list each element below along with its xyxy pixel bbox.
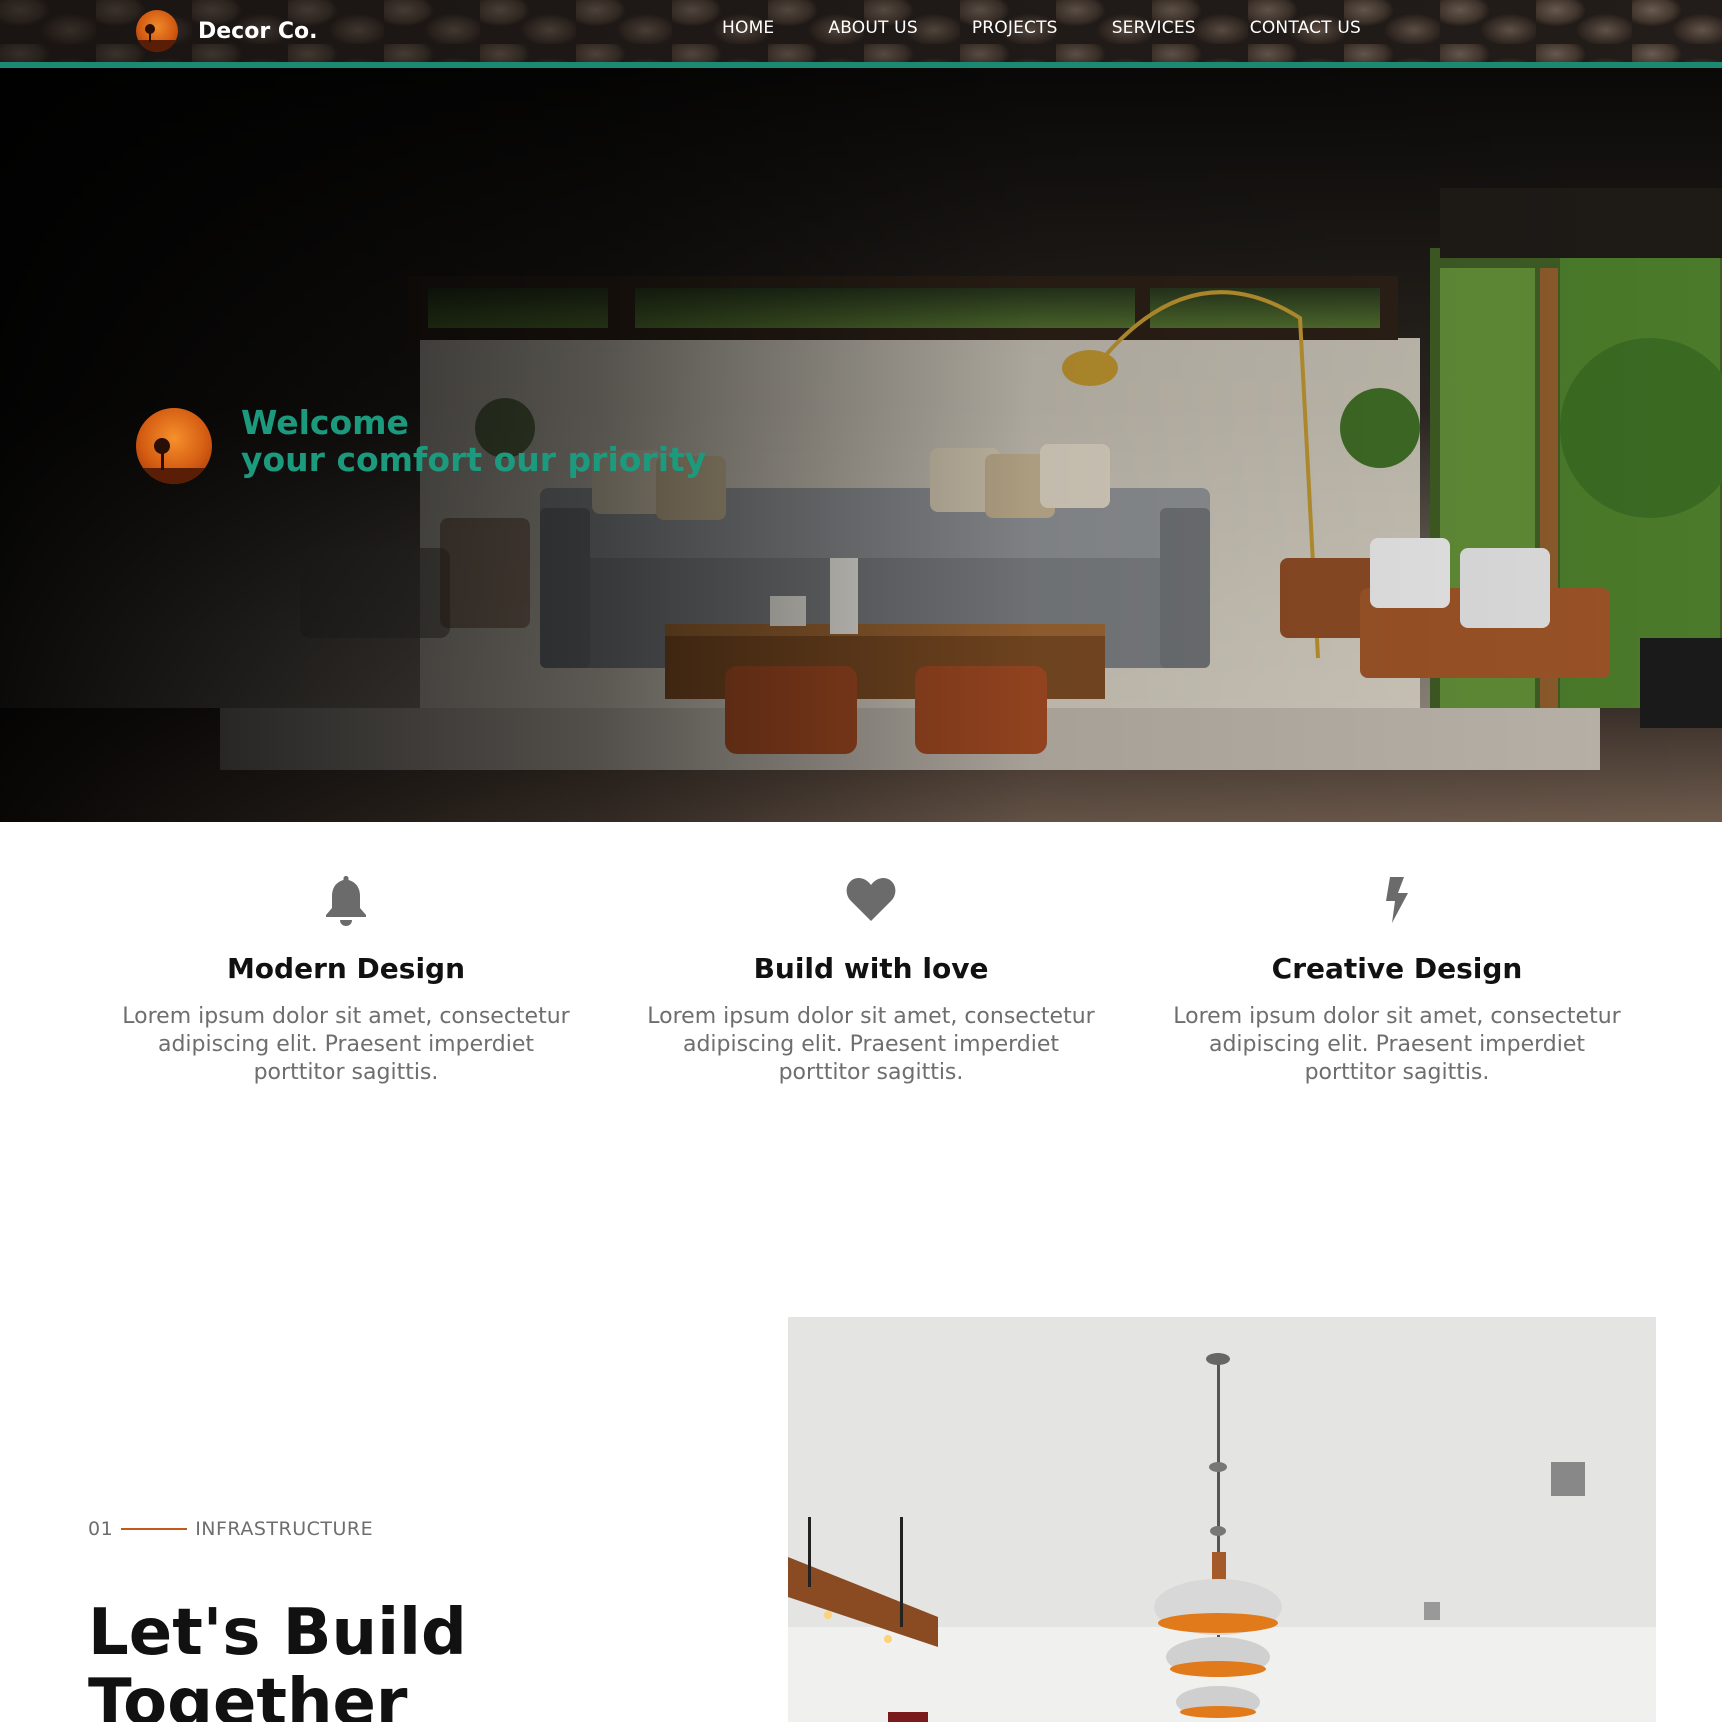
nav-about-us[interactable]: ABOUT US: [828, 18, 917, 38]
hero-section: Welcome your comfort our priority: [0, 68, 1722, 822]
main-nav: HOME ABOUT US PROJECTS SERVICES CONTACT …: [722, 18, 1415, 38]
feature-creative-design: Creative Design Lorem ipsum dolor sit am…: [1157, 874, 1637, 1087]
hero-welcome: Welcome: [241, 403, 409, 442]
feature-description: Lorem ipsum dolor sit amet, consectetur …: [1173, 1004, 1621, 1085]
top-navbar: Decor Co. HOME ABOUT US PROJECTS SERVICE…: [0, 0, 1722, 63]
section-label: INFRASTRUCTURE: [195, 1518, 374, 1540]
nav-home[interactable]: HOME: [722, 18, 774, 38]
features-section: Modern Design Lorem ipsum dolor sit amet…: [0, 822, 1722, 1122]
feature-build-with-love: Build with love Lorem ipsum dolor sit am…: [631, 874, 1111, 1087]
section-tag: 01 INFRASTRUCTURE: [88, 1518, 373, 1540]
hero-headline: Welcome your comfort our priority: [241, 404, 706, 478]
feature-modern-design: Modern Design Lorem ipsum dolor sit amet…: [106, 874, 586, 1087]
heart-icon: [631, 874, 1111, 926]
brand-name: Decor Co.: [198, 18, 318, 44]
nav-services[interactable]: SERVICES: [1112, 18, 1196, 38]
nav-projects[interactable]: PROJECTS: [972, 18, 1058, 38]
section-heading: Let's Build Together: [88, 1596, 467, 1722]
hero-tagline: your comfort our priority: [241, 440, 707, 479]
feature-description: Lorem ipsum dolor sit amet, consectetur …: [647, 1004, 1095, 1085]
brand[interactable]: Decor Co.: [136, 10, 318, 52]
bell-icon: [106, 874, 586, 926]
section-number: 01: [88, 1518, 114, 1540]
feature-title: Creative Design: [1271, 952, 1523, 985]
feature-description: Lorem ipsum dolor sit amet, consectetur …: [122, 1004, 570, 1085]
lightning-icon: [1157, 874, 1637, 926]
hero-logo-icon: [136, 408, 212, 484]
feature-title: Modern Design: [226, 952, 466, 985]
feature-title: Build with love: [753, 952, 989, 985]
kitchen-pendant-image: [788, 1317, 1656, 1722]
brand-logo-icon: [136, 10, 178, 52]
nav-contact-us[interactable]: CONTACT US: [1250, 18, 1361, 38]
section-tag-divider: [121, 1528, 188, 1530]
